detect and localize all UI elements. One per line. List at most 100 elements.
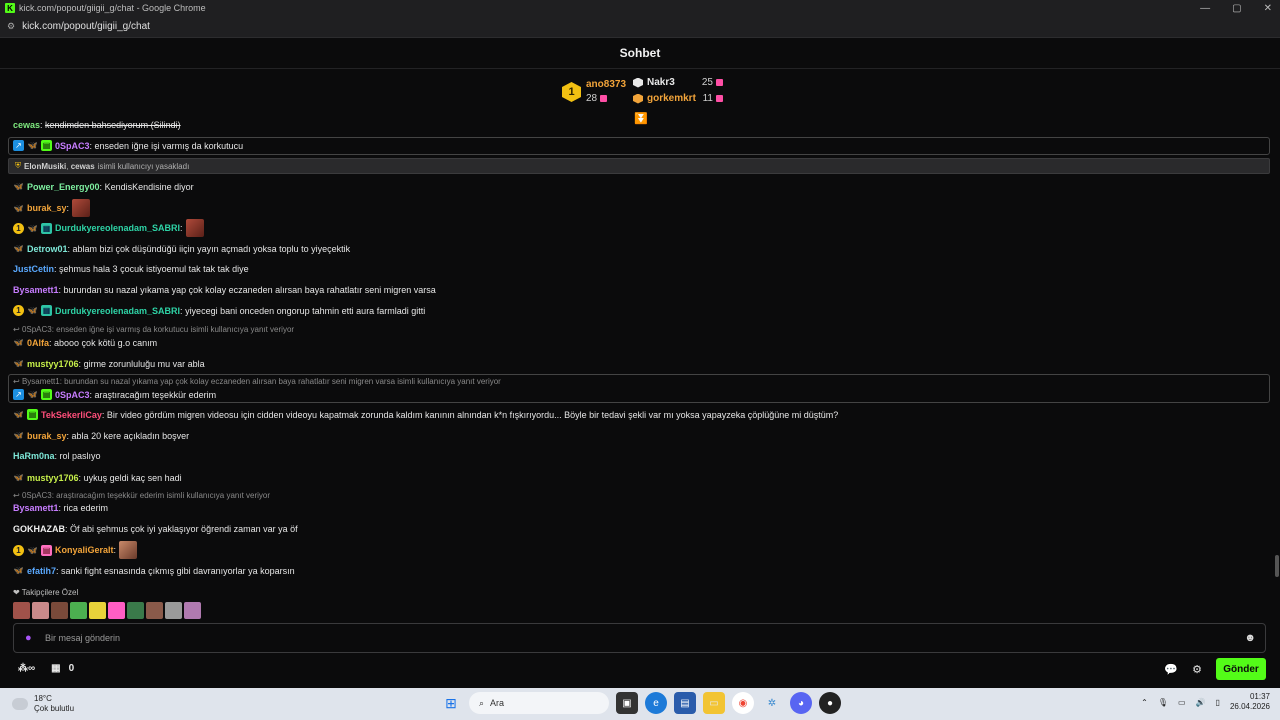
message-username[interactable]: Power_Energy00 [27, 182, 100, 192]
discord-icon[interactable]: ◕ [790, 692, 812, 714]
emote-button[interactable] [70, 602, 87, 619]
settings-gear-icon[interactable]: ⚙ [1192, 663, 1202, 676]
butterfly-badge-icon: 🦋 [13, 431, 24, 440]
emote-button[interactable] [146, 602, 163, 619]
leaderboard-third-count: 11 [702, 93, 713, 104]
chat-message: Bysamett1: rica ederim [13, 503, 109, 513]
gift-badge-icon: ▤ [41, 544, 52, 556]
message-input-box[interactable]: ● ☻ [13, 623, 1266, 653]
chat-message: Bysamett1: burundan su nazal yıkama yap … [13, 285, 436, 295]
chat-message: ↗ 🦋 ▤ 0SpAC3: araştıracağım teşekkür ederi… [13, 389, 216, 400]
message-username[interactable]: cewas [13, 120, 40, 130]
weather-widget[interactable]: 18°C Çok bulutlu [12, 694, 74, 714]
message-text: şehmus hala 3 çocuk istiyoemul tak tak t… [59, 264, 249, 274]
minimize-icon[interactable]: — [1200, 3, 1210, 14]
butterfly-badge-icon: 🦋 [27, 390, 38, 399]
message-username[interactable]: Detrow01 [27, 244, 68, 254]
message-username[interactable]: efatih7 [27, 566, 56, 576]
message-username[interactable]: HaRm0na [13, 451, 55, 461]
message-username[interactable]: Durdukyereolenadam_SABRI [55, 306, 180, 316]
url-text[interactable]: kick.com/popout/giigii_g/chat [22, 21, 150, 32]
message-username[interactable]: 0Alfa [27, 338, 49, 348]
chat-title: Sohbet [619, 46, 661, 60]
site-settings-icon[interactable]: ⚙ [7, 21, 15, 32]
shop-count: 0 [68, 663, 75, 674]
message-username[interactable]: mustyy1706 [27, 359, 79, 369]
windows-start-icon[interactable]: ⊞ [440, 692, 462, 714]
message-username[interactable]: Durdukyereolenadam_SABRI [55, 223, 180, 233]
microphone-icon[interactable]: ● [25, 632, 37, 644]
emote-button[interactable] [108, 602, 125, 619]
send-button[interactable]: Gönder [1216, 658, 1266, 680]
edge-browser-icon[interactable]: e [645, 692, 667, 714]
emoji-picker-icon[interactable]: ☻ [1244, 632, 1256, 644]
message-username[interactable]: mustyy1706 [27, 473, 79, 483]
battery-icon[interactable]: ▯ [1216, 698, 1220, 707]
reply-context[interactable]: ↩ 0SpAC3: enseden iğne işi varmış da kor… [13, 325, 294, 334]
address-bar[interactable]: ⚙ kick.com/popout/giigii_g/chat [0, 16, 1280, 38]
store-icon[interactable]: ▤ [674, 692, 696, 714]
task-view-icon[interactable]: ▣ [616, 692, 638, 714]
maximize-icon[interactable]: ▢ [1232, 3, 1241, 14]
message-username[interactable]: TekSekerliCay [41, 410, 102, 420]
taskbar-search-label: Ara [490, 698, 505, 708]
message-text: abooo çok kötü g.o canım [54, 337, 158, 348]
message-username[interactable]: GOKHAZAB [13, 524, 65, 534]
taskbar-search[interactable]: ⌕ Ara [469, 692, 609, 714]
message-text: sanki fight esnasında çıkmış gibi davran… [61, 565, 295, 576]
message-text: rol paslıyo [59, 451, 101, 461]
message-username[interactable]: KonyaliGeralt [55, 545, 114, 555]
taskbar-clock[interactable]: 01:37 26.04.2026 [1230, 692, 1270, 712]
cloud-icon [12, 698, 28, 710]
leaderboard-first[interactable]: 1 ano8373 28 [562, 78, 626, 106]
gift-badge-icon: ▦ [41, 222, 52, 234]
chrome-icon[interactable]: ◉ [732, 692, 754, 714]
settings-app-icon[interactable]: ✲ [761, 692, 783, 714]
message-username[interactable]: 0SpAC3 [55, 141, 90, 151]
app-icon[interactable]: ● [819, 692, 841, 714]
butterfly-badge-icon: 🦋 [27, 141, 38, 150]
reply-text: 0SpAC3: araştıracağım teşekkür ederim is… [21, 491, 271, 500]
emote-button[interactable] [13, 602, 30, 619]
gold-medal-icon: 1 [562, 82, 581, 102]
chat-message: ↗ 🦋 ▤ 0SpAC3: enseden iğne işi varmış da k… [13, 140, 243, 151]
emote-button[interactable] [89, 602, 106, 619]
message-username[interactable]: burak_sy [27, 431, 67, 441]
gift-icon [716, 79, 723, 86]
leaderboard-third[interactable]: gorkemkrt 11 [633, 93, 723, 104]
emote-button[interactable] [165, 602, 182, 619]
reply-context[interactable]: ↩ 0SpAC3: araştıracağım teşekkür ederim … [13, 491, 270, 500]
volume-icon[interactable]: 🔊 [1196, 698, 1206, 707]
chat-scrollbar[interactable] [1275, 555, 1279, 577]
reply-icon: ↩ [13, 325, 22, 334]
message-username[interactable]: Bysamett1 [13, 503, 59, 513]
butterfly-badge-icon: 🦋 [13, 182, 24, 191]
leaderboard-second[interactable]: Nakr3 25 [633, 77, 723, 88]
message-username[interactable]: Bysamett1 [13, 285, 59, 295]
message-input[interactable] [45, 633, 1245, 643]
butterfly-badge-icon: 🦋 [13, 203, 24, 213]
chevron-up-icon[interactable]: ⌃ [1141, 698, 1148, 707]
network-icon[interactable]: ▭ [1178, 698, 1186, 707]
emote-button[interactable] [32, 602, 49, 619]
message-username[interactable]: JustCetin [13, 264, 54, 274]
rank-one-badge-icon: 1 [13, 544, 24, 556]
mod-action-text: isimli kullanıcıyı yasakladı [97, 161, 190, 171]
chat-bubble-icon[interactable]: 💬 [1164, 663, 1178, 676]
message-text: girme zorunluluğu mu var abla [83, 358, 205, 369]
points-icon[interactable]: ⁂∞ [18, 663, 35, 674]
emote-button[interactable] [51, 602, 68, 619]
file-explorer-icon[interactable]: ▭ [703, 692, 725, 714]
window-title: kick.com/popout/giigii_g/chat - Google C… [19, 3, 206, 13]
reply-context[interactable]: ↩ Bysamett1: burundan su nazal yıkama ya… [13, 377, 501, 386]
butterfly-badge-icon: 🦋 [27, 545, 38, 555]
message-username[interactable]: 0SpAC3 [55, 390, 90, 400]
microphone-tray-icon[interactable]: 🎙 [1158, 698, 1168, 707]
shop-icon[interactable]: ▦ [51, 663, 60, 674]
emote-button[interactable] [127, 602, 144, 619]
sub-badge-icon: ▤ [41, 389, 52, 400]
message-username[interactable]: burak_sy [27, 203, 67, 213]
close-icon[interactable]: ✕ [1264, 3, 1272, 14]
emote-button[interactable] [184, 602, 201, 619]
leaderboard-third-user: gorkemkrt [647, 93, 696, 104]
